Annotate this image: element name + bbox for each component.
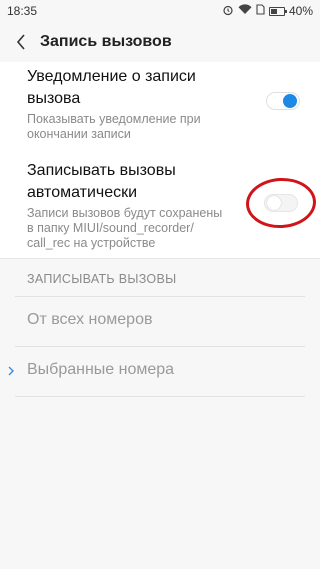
- page-title: Запись вызовов: [40, 33, 172, 50]
- status-bar: 18:35 40%: [0, 0, 320, 22]
- auto-record-setting-title: Записывать вызовы автоматически: [27, 162, 176, 201]
- option-all-numbers-label: От всех номеров: [27, 311, 153, 328]
- title-bar: Запись вызовов: [0, 22, 320, 62]
- chevron-right-icon: [8, 363, 14, 381]
- settings-card: Уведомление о записи вызова Показывать у…: [0, 62, 320, 259]
- divider: [15, 296, 305, 297]
- notify-toggle[interactable]: [266, 92, 300, 110]
- status-icons: 40%: [222, 4, 313, 19]
- divider: [15, 396, 305, 397]
- auto-record-setting-desc: Записи вызовов будут сохранены в папку M…: [27, 206, 223, 250]
- auto-record-toggle[interactable]: [264, 194, 298, 212]
- battery-icon: [268, 6, 287, 16]
- chevron-left-icon: [16, 34, 25, 50]
- notify-setting-title: Уведомление о записи вызова: [27, 68, 196, 107]
- back-button[interactable]: [10, 31, 32, 53]
- divider: [15, 346, 305, 347]
- option-all-numbers[interactable]: От всех номеров: [0, 298, 320, 346]
- notify-setting-desc: Показывать уведомление при окончании зап…: [27, 112, 201, 141]
- option-selected-numbers[interactable]: Выбранные номера: [0, 348, 320, 396]
- sim-icon: [256, 4, 265, 18]
- notify-setting-row[interactable]: Уведомление о записи вызова Показывать у…: [27, 66, 306, 142]
- alarm-icon: [222, 4, 234, 19]
- record-section-header: ЗАПИСЫВАТЬ ВЫЗОВЫ: [27, 272, 177, 286]
- status-time: 18:35: [7, 4, 38, 18]
- battery-percent: 40%: [288, 4, 313, 18]
- option-selected-numbers-label: Выбранные номера: [27, 361, 175, 378]
- wifi-icon: [238, 4, 252, 18]
